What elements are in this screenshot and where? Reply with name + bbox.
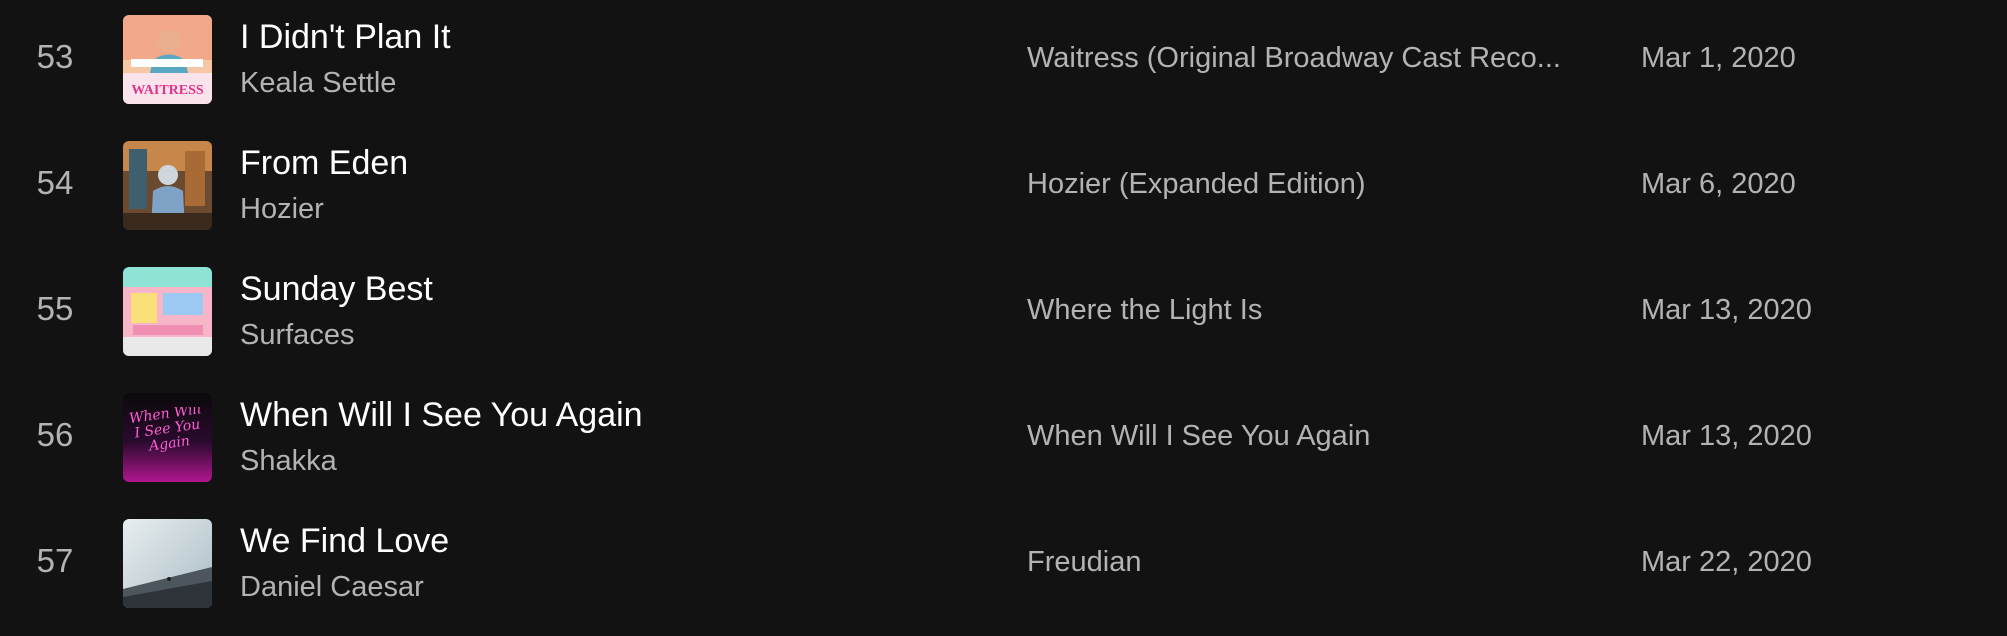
track-row[interactable]: 57 We Find Love Daniel Caesar Freudian M…: [0, 504, 2007, 630]
album-art-image: [123, 267, 212, 356]
album-art-wordmark: WAITRESS: [131, 83, 204, 98]
track-artist[interactable]: Daniel Caesar: [240, 571, 424, 604]
track-number: 55: [36, 290, 74, 327]
track-artist[interactable]: Surfaces: [240, 319, 354, 352]
album-art[interactable]: When Will I See You Again: [123, 393, 212, 482]
track-date-added: Mar 6, 2020: [1641, 168, 1796, 200]
track-album[interactable]: Hozier (Expanded Edition): [1027, 168, 1607, 201]
track-number: 53: [36, 38, 74, 75]
album-art-image: WAITRESS: [123, 15, 212, 104]
tracklist: 53 WAITRESS I Didn't Plan It Keala Settl…: [0, 0, 2007, 636]
track-row[interactable]: 56 When Will I See You Again When Will I…: [0, 378, 2007, 504]
track-title[interactable]: From Eden: [240, 144, 408, 183]
track-number: 54: [36, 164, 74, 201]
album-art[interactable]: [123, 267, 212, 356]
track-title[interactable]: Sunday Best: [240, 270, 433, 309]
track-date-added: Mar 1, 2020: [1641, 42, 1796, 74]
track-date-added: Mar 13, 2020: [1641, 294, 1812, 326]
track-album[interactable]: Freudian: [1027, 546, 1607, 579]
track-title[interactable]: We Find Love: [240, 522, 449, 561]
track-artist[interactable]: Keala Settle: [240, 67, 396, 100]
track-number: 57: [36, 542, 74, 579]
track-date-added: Mar 13, 2020: [1641, 420, 1812, 452]
track-title[interactable]: I Didn't Plan It: [240, 18, 451, 57]
track-album[interactable]: When Will I See You Again: [1027, 420, 1607, 453]
track-album[interactable]: Where the Light Is: [1027, 294, 1607, 327]
track-row[interactable]: 53 WAITRESS I Didn't Plan It Keala Settl…: [0, 0, 2007, 126]
album-art[interactable]: [123, 519, 212, 608]
track-artist[interactable]: Shakka: [240, 445, 337, 478]
track-date-added: Mar 22, 2020: [1641, 546, 1812, 578]
track-row[interactable]: 54 From Eden Hozier Hozier (Expanded Edi…: [0, 126, 2007, 252]
track-row[interactable]: 55 Sunday Best Surfaces Where the Light …: [0, 252, 2007, 378]
track-title[interactable]: When Will I See You Again: [240, 396, 643, 435]
album-art-image: When Will I See You Again: [123, 393, 212, 482]
track-album[interactable]: Waitress (Original Broadway Cast Reco...: [1027, 42, 1607, 75]
album-art[interactable]: [123, 141, 212, 230]
track-number: 56: [36, 416, 74, 453]
album-art[interactable]: WAITRESS: [123, 15, 212, 104]
album-art-text: When Will I See You Again: [128, 407, 203, 455]
album-art-image: [123, 519, 212, 608]
album-art-image: [123, 141, 212, 230]
track-artist[interactable]: Hozier: [240, 193, 324, 226]
